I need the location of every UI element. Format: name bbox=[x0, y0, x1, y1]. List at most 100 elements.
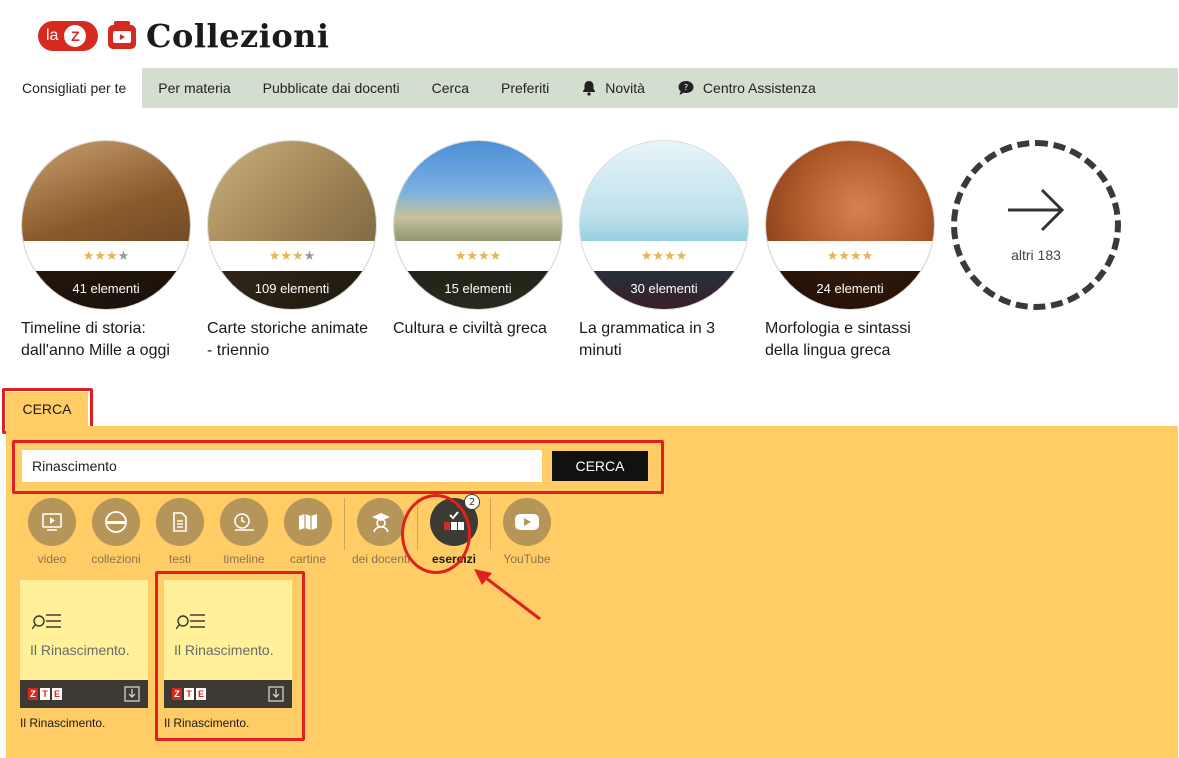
collection-card[interactable]: ★★★★ 30 elementi La grammatica in 3 minu… bbox=[579, 140, 749, 362]
teacher-icon bbox=[372, 513, 390, 533]
nav-item-consigliati[interactable]: Consigliati per te bbox=[6, 68, 143, 108]
bell-icon bbox=[583, 81, 596, 96]
result-footer: ZTE bbox=[164, 680, 292, 708]
nav-item-cerca[interactable]: Cerca bbox=[416, 68, 485, 108]
help-chat-icon: ? bbox=[678, 81, 694, 95]
annotation-arrow bbox=[474, 569, 541, 621]
nav-item-per-materia[interactable]: Per materia bbox=[142, 68, 246, 108]
result-caption[interactable]: Il Rinascimento. bbox=[164, 716, 292, 730]
nav-label: Cerca bbox=[431, 80, 469, 96]
rating-stars: ★★★★ bbox=[22, 241, 190, 271]
search-button[interactable]: CERCA bbox=[552, 451, 648, 481]
logo-z: Z bbox=[64, 25, 87, 47]
result-card[interactable]: Il Rinascimento. ZTE bbox=[20, 580, 148, 708]
filter-collezioni[interactable]: collezioni bbox=[84, 498, 148, 566]
logo-letter: E bbox=[52, 688, 62, 700]
logo-letter: Z bbox=[28, 688, 38, 700]
site-header: la Z Collezioni bbox=[38, 14, 330, 58]
logo-letter: E bbox=[196, 688, 206, 700]
result-card[interactable]: Il Rinascimento. ZTE bbox=[164, 580, 292, 708]
search-list-icon bbox=[176, 614, 205, 630]
result-caption[interactable]: Il Rinascimento. bbox=[20, 716, 148, 730]
rating-stars: ★★★★ bbox=[580, 241, 748, 271]
filter-video[interactable]: video bbox=[20, 498, 84, 566]
collection-icon bbox=[105, 511, 127, 533]
laz-logo[interactable]: la Z bbox=[38, 21, 98, 51]
filter-youtube[interactable]: YouTube bbox=[495, 498, 559, 566]
collection-card[interactable]: ★★★★ 24 elementi Morfologia e sintassi d… bbox=[765, 140, 935, 362]
video-icon bbox=[42, 513, 62, 531]
result-footer: ZTE bbox=[20, 680, 148, 708]
filter-label: esercizi bbox=[431, 552, 477, 566]
collection-thumbnail[interactable]: ★★★★ 24 elementi bbox=[765, 140, 935, 310]
element-count: 30 elementi bbox=[580, 271, 748, 309]
search-list-icon bbox=[32, 614, 61, 630]
collection-thumbnail[interactable]: ★★★★ 15 elementi bbox=[393, 140, 563, 310]
collection-title[interactable]: Cultura e civiltà greca bbox=[393, 318, 563, 340]
result-item[interactable]: Il Rinascimento. ZTE Il Rinascimento. bbox=[164, 580, 292, 730]
search-panel: CERCA video collezioni testi timeline ca… bbox=[6, 426, 1178, 758]
filter-label: timeline bbox=[223, 552, 265, 566]
collection-thumbnail[interactable]: ★★★★ 30 elementi bbox=[579, 140, 749, 310]
filter-timeline[interactable]: timeline bbox=[212, 498, 276, 566]
collection-title[interactable]: La grammatica in 3 minuti bbox=[579, 318, 749, 362]
more-collections[interactable]: altri 183 bbox=[951, 140, 1121, 362]
rating-stars: ★★★★ bbox=[394, 241, 562, 271]
logo-letter: Z bbox=[172, 688, 182, 700]
nav-item-centro-assistenza[interactable]: ? Centro Assistenza bbox=[661, 68, 832, 108]
collections-icon bbox=[108, 21, 136, 49]
rating-stars: ★★★★ bbox=[208, 241, 376, 271]
more-count: altri 183 bbox=[1011, 247, 1061, 263]
arrow-right-icon bbox=[1008, 188, 1065, 232]
result-title: Il Rinascimento. bbox=[30, 642, 130, 658]
download-icon[interactable] bbox=[268, 686, 284, 702]
zte-logo: ZTE bbox=[172, 688, 208, 700]
collection-title[interactable]: Carte storiche animate - triennio bbox=[207, 318, 377, 362]
download-icon[interactable] bbox=[124, 686, 140, 702]
recommended-collections: ★★★ ★ 41 elementi Timeline di storia: dal… bbox=[21, 140, 1137, 362]
nav-label: Per materia bbox=[158, 80, 231, 96]
element-count: 109 elementi bbox=[208, 271, 376, 309]
more-collections-button[interactable]: altri 183 bbox=[951, 140, 1121, 310]
nav-item-novita[interactable]: Novità bbox=[565, 68, 661, 108]
filter-esercizi[interactable]: 2 esercizi bbox=[422, 494, 486, 566]
filter-label: testi bbox=[168, 552, 191, 566]
rating-stars: ★★★★ bbox=[766, 241, 934, 271]
collection-card[interactable]: ★★★ ★ 41 elementi Timeline di storia: dal… bbox=[21, 140, 191, 362]
search-input[interactable] bbox=[22, 450, 542, 482]
result-title: Il Rinascimento. bbox=[174, 642, 274, 658]
filter-divider bbox=[490, 498, 491, 550]
filter-dei-docenti[interactable]: dei docenti bbox=[349, 498, 413, 566]
collection-card[interactable]: ★★★★ 15 elementi Cultura e civiltà greca bbox=[393, 140, 563, 362]
element-count: 24 elementi bbox=[766, 271, 934, 309]
logo-letter: T bbox=[184, 688, 194, 700]
nav-label: Centro Assistenza bbox=[702, 80, 816, 96]
document-icon bbox=[173, 512, 187, 532]
logo-prefix: la bbox=[46, 27, 59, 44]
search-tab[interactable]: CERCA bbox=[6, 392, 88, 426]
timeline-icon bbox=[234, 513, 254, 531]
nav-label: Pubblicate dai docenti bbox=[262, 80, 400, 96]
filter-label: dei docenti bbox=[351, 552, 411, 566]
element-count: 15 elementi bbox=[394, 271, 562, 309]
results-grid: Il Rinascimento. ZTE Il Rinascimento. Il… bbox=[20, 580, 308, 730]
result-item[interactable]: Il Rinascimento. ZTE Il Rinascimento. bbox=[20, 580, 148, 730]
nav-label: Novità bbox=[605, 80, 645, 96]
collection-title[interactable]: Morfologia e sintassi della lingua greca bbox=[765, 318, 935, 362]
svg-text:?: ? bbox=[684, 83, 688, 92]
collection-title[interactable]: Timeline di storia: dall'anno Mille a og… bbox=[21, 318, 191, 362]
logo-letter: T bbox=[40, 688, 50, 700]
nav-label: Preferiti bbox=[501, 80, 550, 96]
nav-item-preferiti[interactable]: Preferiti bbox=[485, 68, 565, 108]
collection-thumbnail[interactable]: ★★★ ★ 41 elementi bbox=[21, 140, 191, 310]
filter-bar: video collezioni testi timeline cartine … bbox=[20, 494, 559, 566]
filter-divider bbox=[417, 498, 418, 550]
map-icon bbox=[299, 514, 317, 530]
collection-thumbnail[interactable]: ★★★ ★ 109 elementi bbox=[207, 140, 377, 310]
collection-card[interactable]: ★★★ ★ 109 elementi Carte storiche animate… bbox=[207, 140, 377, 362]
filter-cartine[interactable]: cartine bbox=[276, 498, 340, 566]
nav-item-pubblicate[interactable]: Pubblicate dai docenti bbox=[247, 68, 416, 108]
filter-label: YouTube bbox=[503, 552, 551, 566]
exercise-icon bbox=[444, 511, 464, 530]
filter-testi[interactable]: testi bbox=[148, 498, 212, 566]
